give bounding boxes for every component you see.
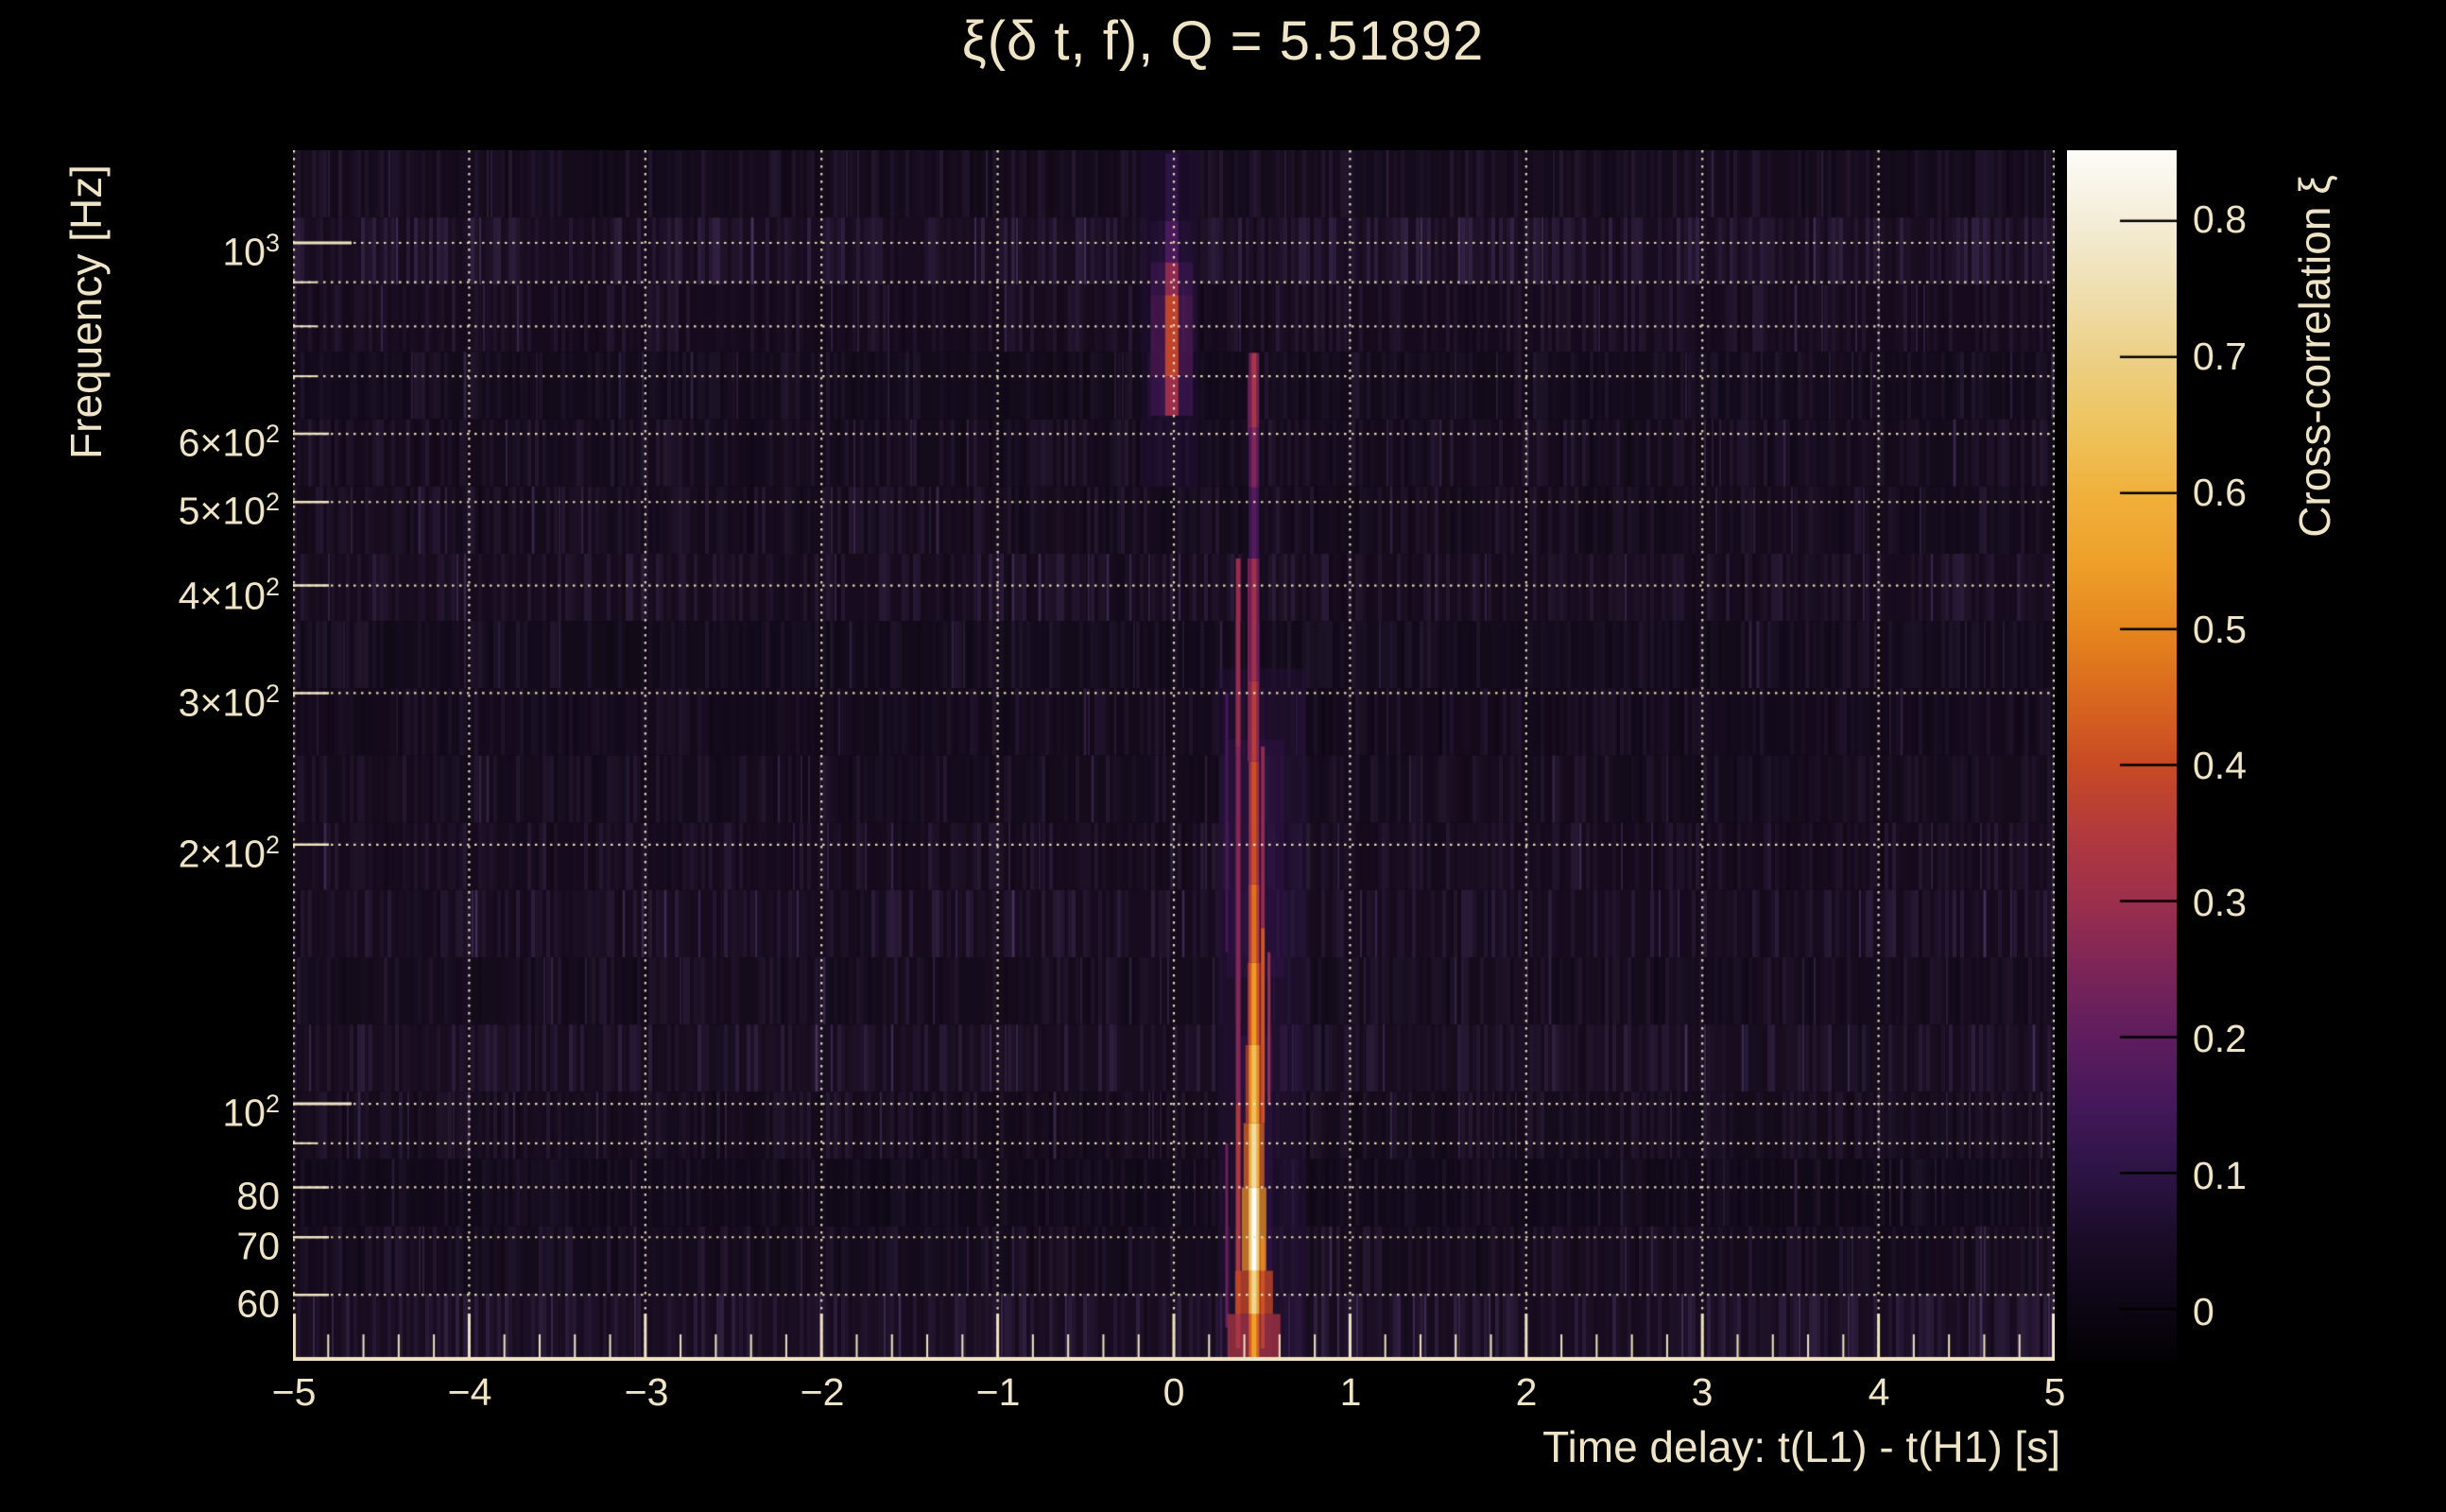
y-tick-mantissa: 10 (222, 230, 266, 274)
y-tick-exponent: 2 (265, 831, 280, 859)
y-tick-mantissa: 70 (236, 1224, 280, 1268)
x-tick-label: −1 (975, 1370, 1021, 1414)
colorbar-tick-label: 0.5 (2193, 608, 2247, 651)
x-tick-label: 4 (1868, 1370, 1890, 1414)
x-tick-label: 1 (1339, 1370, 1362, 1414)
colorbar-tick-label: 0.4 (2193, 744, 2247, 787)
y-tick-exponent: 2 (265, 1090, 280, 1118)
y-tick-label: 60 (38, 1272, 280, 1326)
colorbar-tick-label: 0.2 (2193, 1017, 2247, 1060)
colorbar-tick-label: 0 (2193, 1290, 2214, 1333)
y-tick-mantissa: 6×10 (178, 421, 266, 465)
y-tick-mantissa: 80 (236, 1174, 280, 1218)
y-tick-exponent: 2 (265, 573, 280, 601)
colorbar-tick-label: 0.1 (2193, 1154, 2247, 1197)
heatmap-plot-area (293, 150, 2055, 1361)
colorbar-tick-label: 0.8 (2193, 198, 2247, 241)
y-tick-label: 5×102 (38, 479, 280, 533)
x-tick-label: 3 (1691, 1370, 1714, 1414)
y-tick-label: 70 (38, 1214, 280, 1268)
y-tick-mantissa: 60 (236, 1281, 280, 1326)
y-tick-label: 4×102 (38, 564, 280, 618)
y-tick-exponent: 2 (265, 679, 280, 708)
x-axis-title: Time delay: t(L1) - t(H1) [s] (1542, 1422, 2060, 1471)
y-tick-label: 3×102 (38, 671, 280, 725)
y-tick-exponent: 2 (265, 488, 280, 516)
colorbar-gradient (2067, 150, 2177, 1361)
y-tick-exponent: 2 (265, 420, 280, 448)
y-tick-label: 6×102 (38, 411, 280, 465)
x-tick-label: −3 (624, 1370, 669, 1414)
y-tick-mantissa: 10 (222, 1091, 266, 1135)
root-canvas-window: ξ(δ t, f), Q = 5.51892 Time delay: t(L1)… (0, 0, 2446, 1512)
y-tick-label: 2×102 (38, 822, 280, 876)
y-tick-mantissa: 4×10 (178, 574, 266, 618)
y-tick-mantissa: 2×10 (178, 832, 266, 876)
y-tick-exponent: 3 (265, 229, 280, 257)
x-tick-label: −2 (800, 1370, 845, 1414)
x-tick-label: 0 (1163, 1370, 1185, 1414)
x-tick-label: −4 (447, 1370, 492, 1414)
y-tick-label: 102 (38, 1081, 280, 1135)
colorbar-tick-label: 0.6 (2193, 471, 2247, 514)
plot-title: ξ(δ t, f), Q = 5.51892 (961, 10, 1485, 72)
y-axis-title: Frequency [Hz] (61, 164, 111, 459)
y-tick-mantissa: 3×10 (178, 680, 266, 725)
colorbar-tick-label: 0.7 (2193, 335, 2247, 378)
x-tick-label: 5 (2043, 1370, 2066, 1414)
colorbar-tick-label: 0.3 (2193, 881, 2247, 924)
x-tick-label: −5 (271, 1370, 317, 1414)
y-tick-label: 80 (38, 1164, 280, 1218)
y-tick-label: 103 (38, 220, 280, 274)
y-tick-mantissa: 5×10 (178, 489, 266, 533)
x-tick-label: 2 (1515, 1370, 1538, 1414)
